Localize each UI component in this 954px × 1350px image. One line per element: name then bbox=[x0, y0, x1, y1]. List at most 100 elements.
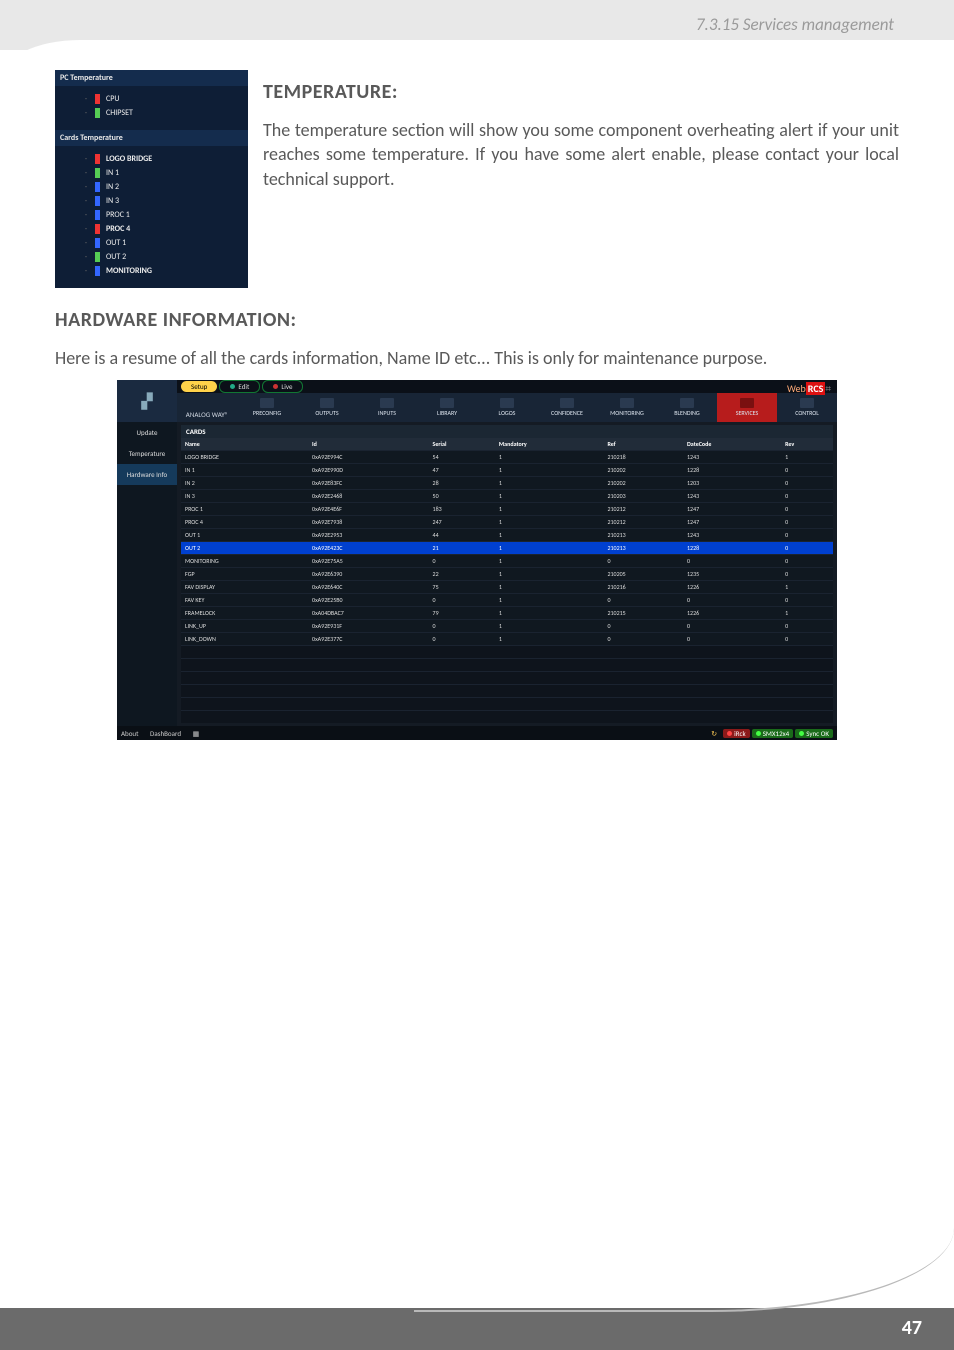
status-indicator bbox=[95, 168, 100, 178]
table-cell: 1 bbox=[495, 490, 604, 503]
nav-label: BLENDING bbox=[674, 409, 699, 417]
sidebar-item-hardware-info[interactable]: Hardware Info bbox=[117, 464, 177, 485]
cards-table: NameIdSerialMandatoryRefDateCodeRev LOGO… bbox=[181, 438, 833, 723]
nav-services[interactable]: SERVICES bbox=[717, 393, 777, 422]
table-cell: 54 bbox=[429, 451, 495, 464]
nav-library[interactable]: LIBRARY bbox=[417, 393, 477, 422]
table-row[interactable]: FAV KEY0xA92E25B001000 bbox=[181, 594, 833, 607]
footer-dashboard-icon[interactable]: ▦ bbox=[193, 729, 200, 738]
nav-label: MONITORING bbox=[610, 409, 644, 417]
temp-item-label: PROC 1 bbox=[106, 210, 130, 220]
tab-setup[interactable]: Setup bbox=[181, 381, 217, 392]
table-cell: 210215 bbox=[603, 607, 683, 620]
sidebar-item-temperature[interactable]: Temperature bbox=[117, 443, 177, 464]
col-name: Name bbox=[181, 438, 308, 451]
temp-item: -MONITORING bbox=[83, 264, 240, 278]
table-cell: 0xA92E83FC bbox=[308, 477, 429, 490]
table-cell: 0 bbox=[603, 555, 683, 568]
table-cell: 183 bbox=[429, 503, 495, 516]
status-indicator bbox=[95, 196, 100, 206]
status-indicator bbox=[95, 252, 100, 262]
table-cell: 0 bbox=[603, 620, 683, 633]
status-indicator bbox=[95, 224, 100, 234]
page-footer: 47 bbox=[0, 1308, 954, 1350]
nav-blending[interactable]: BLENDING bbox=[657, 393, 717, 422]
nav-icon bbox=[500, 398, 514, 408]
table-cell: 0 bbox=[683, 555, 781, 568]
tab-live[interactable]: Live bbox=[262, 380, 303, 393]
cards-temperature-header: Cards Temperature bbox=[55, 130, 248, 146]
table-row[interactable]: OUT 20xA92E423C21121021312280 bbox=[181, 542, 833, 555]
table-cell: 1 bbox=[495, 516, 604, 529]
sidebar: UpdateTemperatureHardware Info bbox=[117, 422, 177, 726]
table-cell: 210213 bbox=[603, 529, 683, 542]
table-cell: 0xA92E6390 bbox=[308, 568, 429, 581]
nav-preconfig[interactable]: PRECONFIG bbox=[237, 393, 297, 422]
tab-edit[interactable]: Edit bbox=[219, 380, 260, 393]
analog-way-label: ANALOG WAY® bbox=[177, 393, 237, 422]
table-cell: 0xA92E2953 bbox=[308, 529, 429, 542]
status-indicator bbox=[95, 210, 100, 220]
nav-monitoring[interactable]: MONITORING bbox=[597, 393, 657, 422]
table-row[interactable]: LINK_UP0xA92E931F01000 bbox=[181, 620, 833, 633]
reload-icon[interactable]: ↻ bbox=[711, 729, 717, 738]
temperature-panel: PC Temperature -CPU-CHIPSET Cards Temper… bbox=[55, 70, 248, 288]
nav-control[interactable]: CONTROL bbox=[777, 393, 837, 422]
table-cell: 210218 bbox=[603, 451, 683, 464]
app-logo: ▞ bbox=[117, 380, 177, 422]
table-cell: 210212 bbox=[603, 503, 683, 516]
temp-item: -PROC 4 bbox=[83, 222, 240, 236]
nav-inputs[interactable]: INPUTS bbox=[357, 393, 417, 422]
table-row[interactable]: MONITORING0xA92E75A501000 bbox=[181, 555, 833, 568]
table-row[interactable]: PROC 40xA92E7938247121021212470 bbox=[181, 516, 833, 529]
table-row[interactable]: FAV DISPLAY0xA92E640C75121021612261 bbox=[181, 581, 833, 594]
table-row[interactable]: LINK_DOWN0xA92E377C01000 bbox=[181, 633, 833, 646]
temperature-body: The temperature section will show you so… bbox=[263, 118, 899, 191]
table-row[interactable]: FRAMELOCK0xA04DBAC779121021512261 bbox=[181, 607, 833, 620]
table-row[interactable]: PROC 10xA92E4E6F183121021212470 bbox=[181, 503, 833, 516]
nav-label: LOGOS bbox=[499, 409, 516, 417]
table-cell: 0 bbox=[781, 594, 833, 607]
nav-logos[interactable]: LOGOS bbox=[477, 393, 537, 422]
table-row[interactable]: LOGO BRIDGE0xA92E994C54121021812431 bbox=[181, 451, 833, 464]
nav-confidence[interactable]: CONFIDENCE bbox=[537, 393, 597, 422]
nav-label: INPUTS bbox=[378, 409, 396, 417]
table-cell: 79 bbox=[429, 607, 495, 620]
footer-about[interactable]: About bbox=[121, 729, 138, 738]
nav-label: SERVICES bbox=[736, 409, 759, 417]
table-cell: FAV KEY bbox=[181, 594, 308, 607]
table-cell: 0xA92E994C bbox=[308, 451, 429, 464]
temp-item-label: MONITORING bbox=[106, 266, 152, 276]
col-serial: Serial bbox=[429, 438, 495, 451]
table-cell: OUT 2 bbox=[181, 542, 308, 555]
table-cell: 0 bbox=[781, 490, 833, 503]
table-cell: 0xA92E25B0 bbox=[308, 594, 429, 607]
temp-item-label: IN 1 bbox=[106, 168, 119, 178]
table-cell: 0 bbox=[683, 620, 781, 633]
table-cell: LINK_UP bbox=[181, 620, 308, 633]
table-row[interactable]: OUT 10xA92E295344121021312430 bbox=[181, 529, 833, 542]
table-cell: 0 bbox=[781, 477, 833, 490]
table-row[interactable]: FGP0xA92E639022121020512350 bbox=[181, 568, 833, 581]
footer-dashboard[interactable]: DashBoard bbox=[150, 729, 181, 738]
table-row[interactable]: IN 10xA92E990D47121020212280 bbox=[181, 464, 833, 477]
table-row-empty bbox=[181, 646, 833, 659]
table-row[interactable]: IN 20xA92E83FC28121020212030 bbox=[181, 477, 833, 490]
table-row[interactable]: IN 30xA92E246850121020312430 bbox=[181, 490, 833, 503]
table-cell: 0xA92E2468 bbox=[308, 490, 429, 503]
status-indicator bbox=[95, 182, 100, 192]
status-indicator bbox=[95, 94, 100, 104]
nav-label: PRECONFIG bbox=[253, 409, 281, 417]
table-cell: 1 bbox=[781, 451, 833, 464]
temp-item-label: IN 3 bbox=[106, 196, 119, 206]
nav-label: OUTPUTS bbox=[315, 409, 338, 417]
nav-outputs[interactable]: OUTPUTS bbox=[297, 393, 357, 422]
table-cell: LOGO BRIDGE bbox=[181, 451, 308, 464]
table-cell: 0 bbox=[781, 542, 833, 555]
table-cell: 1235 bbox=[683, 568, 781, 581]
table-cell: PROC 4 bbox=[181, 516, 308, 529]
table-cell: 0xA92E423C bbox=[308, 542, 429, 555]
table-row-empty bbox=[181, 672, 833, 685]
sidebar-item-update[interactable]: Update bbox=[117, 422, 177, 443]
temp-item: -LOGO BRIDGE bbox=[83, 152, 240, 166]
